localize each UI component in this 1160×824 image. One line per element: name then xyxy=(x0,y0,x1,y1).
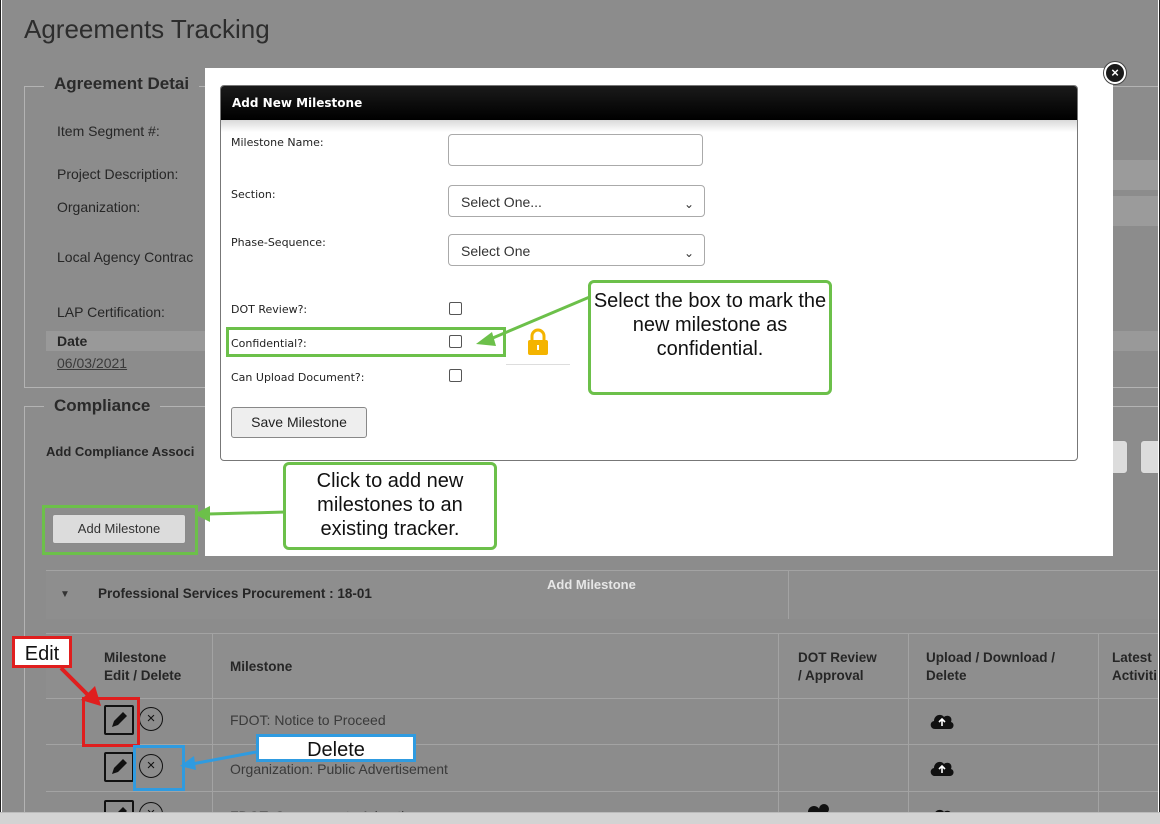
confidential-callout: Select the box to mark the new milestone… xyxy=(588,280,832,395)
row-divider xyxy=(908,698,909,744)
date-column-header: Date xyxy=(57,333,88,349)
phase-sequence-select[interactable]: Select One ⌄ xyxy=(448,234,705,266)
col-divider-1 xyxy=(212,634,213,698)
milestone-name: Organization: Public Advertisement xyxy=(230,761,448,777)
row-divider xyxy=(1098,698,1099,744)
row-divider xyxy=(778,698,779,744)
confidential-highlight xyxy=(226,327,506,357)
dot-review-checkbox[interactable] xyxy=(449,302,462,315)
col-dot-review: DOT Review / Approval xyxy=(798,650,877,683)
dialog-header-shade xyxy=(221,120,1077,132)
compliance-add-button[interactable] xyxy=(1140,440,1158,474)
row-divider xyxy=(908,745,909,791)
group-header-divider xyxy=(788,571,789,619)
phase-sequence-select-value: Select One xyxy=(461,243,531,259)
milestone-name-label: Milestone Name: xyxy=(231,136,324,149)
can-upload-document-label: Can Upload Document?: xyxy=(231,371,365,384)
dot-review-label: DOT Review?: xyxy=(231,303,308,316)
phase-sequence-label: Phase-Sequence: xyxy=(231,236,326,249)
col-latest-activity: Latest Activiti xyxy=(1112,650,1158,683)
agreement-details-legend: Agreement Detai xyxy=(44,74,200,94)
item-segment-label: Item Segment #: xyxy=(57,123,160,139)
lap-certification-label: LAP Certification: xyxy=(57,304,165,320)
bottom-scrollbar[interactable] xyxy=(0,812,1160,824)
add-milestone-callout: Click to add new milestones to an existi… xyxy=(283,462,497,550)
cloud-upload-icon[interactable] xyxy=(928,710,956,730)
dialog-title: Add New Milestone xyxy=(221,86,1077,120)
col-divider-2 xyxy=(778,634,779,698)
milestone-name: FDOT: Notice to Proceed xyxy=(230,712,386,728)
col-edit-delete-line2: Edit / Delete xyxy=(104,668,182,683)
delete-tag: Delete xyxy=(256,734,416,762)
chevron-down-icon: ⌄ xyxy=(683,197,694,211)
delete-arrow xyxy=(180,750,257,770)
section-select-value: Select One... xyxy=(461,194,542,210)
add-compliance-label: Add Compliance Associ xyxy=(46,444,195,459)
organization-label: Organization: xyxy=(57,199,141,215)
milestone-name-input[interactable] xyxy=(448,134,703,166)
table-row: FDOT: Notice to Proceed xyxy=(46,698,1158,745)
can-upload-document-checkbox[interactable] xyxy=(449,369,462,382)
row-divider xyxy=(212,698,213,744)
grid-column-headers: Milestone Edit / Delete Milestone DOT Rev… xyxy=(46,633,1158,699)
col-divider-4 xyxy=(1098,634,1099,698)
col-divider-3 xyxy=(908,634,909,698)
page-title: Agreements Tracking xyxy=(24,14,270,44)
local-agency-contract-label: Local Agency Contrac xyxy=(57,249,194,265)
compliance-legend: Compliance xyxy=(44,396,161,416)
col-edit-delete: Milestone Edit / Delete xyxy=(104,649,181,685)
delete-icon[interactable]: × xyxy=(139,707,163,731)
group-title: Professional Services Procurement : 18-0… xyxy=(98,586,372,601)
confidential-arrow xyxy=(476,294,593,346)
cloud-upload-icon[interactable] xyxy=(928,757,956,777)
row-divider xyxy=(1098,745,1099,791)
section-label: Section: xyxy=(231,188,276,201)
section-select[interactable]: Select One... ⌄ xyxy=(448,185,705,217)
date-link[interactable]: 06/03/2021 xyxy=(57,355,127,371)
col-edit-delete-line1: Milestone xyxy=(104,650,167,665)
close-icon[interactable]: × xyxy=(1104,62,1126,84)
save-milestone-button[interactable]: Save Milestone xyxy=(231,407,367,438)
chevron-down-icon: ⌄ xyxy=(683,246,694,260)
add-milestone-arrow xyxy=(194,506,287,522)
col-upload: Upload / Download / Delete xyxy=(926,650,1055,683)
edit-highlight xyxy=(82,697,140,747)
add-milestone-overlay-text: Add Milestone xyxy=(547,577,636,592)
row-divider xyxy=(778,745,779,791)
edit-icon[interactable] xyxy=(104,752,134,782)
col-milestone: Milestone xyxy=(230,659,293,674)
collapse-toggle-icon[interactable]: ▼ xyxy=(60,589,70,600)
add-milestone-highlight xyxy=(42,505,198,555)
project-description-label: Project Description: xyxy=(57,166,179,182)
